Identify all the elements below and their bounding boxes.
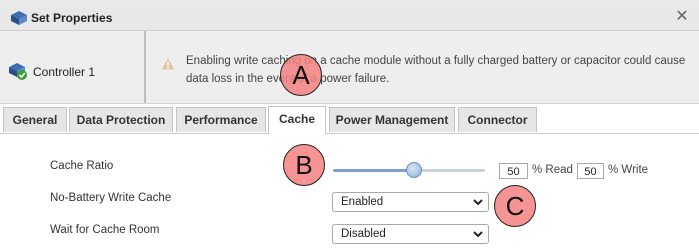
tab-connector[interactable]: Connector [458,107,537,132]
chevron-down-icon [473,199,483,206]
info-divider [144,31,146,103]
chevron-down-icon [473,231,483,238]
write-percent-input[interactable]: 50 [577,163,604,179]
annotation-marker-c: C [494,185,536,227]
wait-for-cache-room-select[interactable]: Disabled [332,224,489,244]
warning-icon [161,58,175,70]
wait-for-cache-room-label: Wait for Cache Room [50,224,160,236]
info-bar: Controller 1 Enabling write caching on a… [0,31,699,104]
tab-baseline [0,133,699,134]
read-percent-label: % Read [532,164,573,176]
no-battery-write-cache-value: Enabled [341,196,384,208]
controller-icon [11,11,27,25]
read-percent-input[interactable]: 50 [499,163,528,179]
controller-ok-icon [9,63,27,80]
warning-message: Enabling write caching on a cache module… [186,55,686,85]
cache-ratio-slider-fill [333,169,414,172]
controller-label: Controller 1 [33,65,96,79]
no-battery-write-cache-select[interactable]: Enabled [332,192,489,212]
tab-cache[interactable]: Cache [268,106,326,134]
cache-ratio-label: Cache Ratio [50,160,114,172]
close-button[interactable]: ✕ [673,8,691,26]
wait-for-cache-room-value: Disabled [341,228,386,240]
cache-ratio-slider-handle[interactable] [405,162,422,178]
tab-performance[interactable]: Performance [176,107,266,132]
annotation-marker-b: B [283,144,325,186]
dialog-titlebar: Set Properties ✕ [0,6,699,31]
annotation-marker-a: A [280,54,322,96]
write-percent-label: % Write [608,164,649,176]
no-battery-write-cache-label: No-Battery Write Cache [50,192,172,204]
dialog-title: Set Properties [31,11,113,25]
tab-general[interactable]: General [3,107,67,132]
tab-power-management[interactable]: Power Management [329,107,455,132]
tab-data-protection[interactable]: Data Protection [69,107,173,132]
